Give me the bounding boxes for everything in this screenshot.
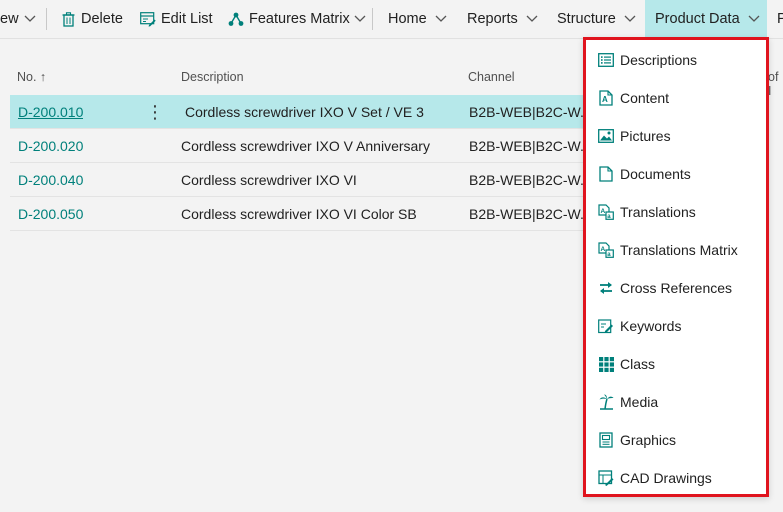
menu-item-label: Media <box>620 394 659 410</box>
descriptions-icon <box>598 52 614 68</box>
pictures-icon <box>598 128 614 144</box>
menu-item-graphics[interactable]: Graphics <box>586 421 766 459</box>
item-description: Cordless screwdriver IXO VI Color SB <box>181 206 417 222</box>
graphics-icon <box>598 432 614 448</box>
menu-item-label: Graphics <box>620 432 677 448</box>
product-data-menu-label: Product Data <box>655 10 740 27</box>
product-data-menu[interactable]: Product Data <box>645 0 767 37</box>
svg-text:A: A <box>601 208 606 215</box>
menu-item-translations-matrix[interactable]: Aa Translations Matrix <box>586 231 766 269</box>
item-no-link[interactable]: D-200.050 <box>18 197 83 231</box>
features-matrix-chevron[interactable] <box>354 0 366 38</box>
menu-item-label: Documents <box>620 166 691 182</box>
menu-item-class[interactable]: Class <box>586 345 766 383</box>
item-channel: B2B-WEB|B2C-W... <box>469 138 587 154</box>
features-matrix-button[interactable]: Features Matrix <box>228 0 350 38</box>
product-data-dropdown: Descriptions A Content Pictures Document… <box>583 37 769 497</box>
toolbar-partial-right-label: P <box>777 11 783 27</box>
toolbar-partial-left-label: ew <box>0 11 19 27</box>
home-menu-label: Home <box>388 11 427 27</box>
item-description: Cordless screwdriver IXO V Set / VE 3 <box>185 104 424 120</box>
chevron-down-icon <box>624 15 636 22</box>
item-no-link[interactable]: D-200.010 <box>18 95 83 129</box>
edit-list-icon <box>140 11 156 27</box>
menu-item-pictures[interactable]: Pictures <box>586 117 766 155</box>
menu-item-label: Translations Matrix <box>620 242 738 258</box>
column-header-partial: of I <box>768 70 783 98</box>
menu-item-documents[interactable]: Documents <box>586 155 766 193</box>
column-header-channel[interactable]: Channel <box>468 70 515 84</box>
delete-button[interactable]: Delete <box>60 0 123 38</box>
cad-drawings-icon <box>598 470 614 486</box>
column-header-no[interactable]: No. ↑ <box>17 70 46 84</box>
item-channel: B2B-WEB|B2C-W... <box>469 206 587 222</box>
structure-menu[interactable]: Structure <box>557 0 636 38</box>
toolbar-more-chevron[interactable] <box>24 0 36 38</box>
menu-item-descriptions[interactable]: Descriptions <box>586 41 766 79</box>
toolbar-partial-left[interactable]: ew <box>0 0 19 38</box>
delete-button-label: Delete <box>81 11 123 27</box>
item-description: Cordless screwdriver IXO VI <box>181 172 357 188</box>
menu-item-keywords[interactable]: Keywords <box>586 307 766 345</box>
menu-item-label: Cross References <box>620 280 733 296</box>
menu-item-label: Pictures <box>620 128 671 144</box>
item-description: Cordless screwdriver IXO V Anniversary <box>181 138 430 154</box>
chevron-down-icon <box>354 15 366 22</box>
table-row[interactable]: D-200.020 Cordless screwdriver IXO V Ann… <box>10 129 630 163</box>
keywords-icon <box>598 318 614 334</box>
media-icon <box>598 394 614 410</box>
menu-item-media[interactable]: Media <box>586 383 766 421</box>
menu-item-label: CAD Drawings <box>620 470 712 486</box>
table-row[interactable]: D-200.050 Cordless screwdriver IXO VI Co… <box>10 197 630 231</box>
reports-menu-label: Reports <box>467 11 518 27</box>
svg-text:A: A <box>602 95 608 104</box>
column-header-description-label: Description <box>181 70 244 84</box>
class-icon <box>598 356 614 372</box>
row-actions-icon[interactable]: ⋮ <box>150 95 160 129</box>
trash-icon <box>60 11 76 27</box>
column-header-description[interactable]: Description <box>181 70 244 84</box>
menu-item-label: Keywords <box>620 318 682 334</box>
translations-matrix-icon: Aa <box>598 242 614 258</box>
table-row[interactable]: D-200.040 Cordless screwdriver IXO VI B2… <box>10 163 630 197</box>
item-no-link[interactable]: D-200.020 <box>18 129 83 163</box>
documents-icon <box>598 166 614 182</box>
item-no-link[interactable]: D-200.040 <box>18 163 83 197</box>
reports-menu[interactable]: Reports <box>467 0 538 38</box>
column-header-partial-label: of I <box>768 70 779 98</box>
menu-item-cross-references[interactable]: Cross References <box>586 269 766 307</box>
column-header-channel-label: Channel <box>468 70 515 84</box>
item-channel: B2B-WEB|B2C-W... <box>469 172 587 188</box>
features-matrix-button-label: Features Matrix <box>249 11 350 27</box>
translations-icon: Aa <box>598 204 614 220</box>
toolbar-divider <box>46 8 47 30</box>
svg-text:A: A <box>601 246 606 253</box>
structure-menu-label: Structure <box>557 11 616 27</box>
chevron-down-icon <box>435 15 447 22</box>
action-toolbar: ew Delete Edit List Features Matrix Home… <box>0 0 783 39</box>
item-channel: B2B-WEB|B2C-W... <box>469 104 587 120</box>
chevron-down-icon <box>526 15 538 22</box>
column-header-no-label: No. ↑ <box>17 70 47 84</box>
chevron-down-icon <box>748 15 760 22</box>
menu-item-label: Translations <box>620 204 696 220</box>
menu-item-translations[interactable]: Aa Translations <box>586 193 766 231</box>
menu-item-label: Descriptions <box>620 52 698 68</box>
menu-item-cad-drawings[interactable]: CAD Drawings <box>586 459 766 497</box>
toolbar-partial-right[interactable]: P <box>777 0 783 38</box>
features-matrix-icon <box>228 11 244 27</box>
table-row[interactable]: D-200.010 ⋮ Cordless screwdriver IXO V S… <box>10 95 630 129</box>
toolbar-divider <box>372 8 373 30</box>
chevron-down-icon <box>24 15 36 22</box>
content-icon: A <box>598 90 614 106</box>
menu-item-label: Class <box>620 356 656 372</box>
edit-list-button-label: Edit List <box>161 11 213 27</box>
cross-references-icon <box>598 280 614 296</box>
menu-item-content[interactable]: A Content <box>586 79 766 117</box>
edit-list-button[interactable]: Edit List <box>140 0 213 38</box>
menu-item-label: Content <box>620 90 670 106</box>
home-menu[interactable]: Home <box>388 0 447 38</box>
